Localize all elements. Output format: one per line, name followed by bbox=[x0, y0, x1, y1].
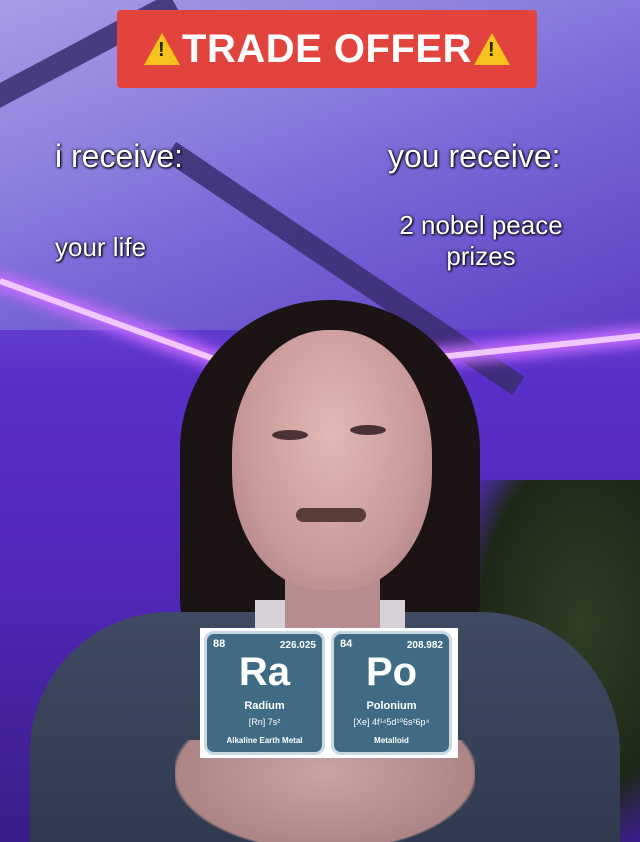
you-receive-label: you receive: bbox=[388, 138, 561, 174]
atomic-number: 84 bbox=[340, 638, 353, 650]
periodic-elements: 88 226.025 Ra Radium [Rn] 7s² Alkaline E… bbox=[200, 628, 458, 758]
element-tile-polonium: 84 208.982 Po Polonium [Xe] 4f¹⁴5d¹⁰6s²6… bbox=[331, 631, 452, 755]
banner-title: TRADE OFFER bbox=[182, 26, 472, 71]
electron-config: [Rn] 7s² bbox=[248, 717, 281, 727]
element-symbol: Po bbox=[365, 650, 418, 694]
trade-offer-banner: ! TRADE OFFER ! bbox=[117, 10, 537, 88]
warning-icon: ! bbox=[144, 33, 181, 65]
i-receive-label: i receive: bbox=[55, 138, 184, 174]
element-name: Polonium bbox=[366, 700, 417, 712]
mustache bbox=[296, 508, 366, 522]
eye bbox=[272, 430, 308, 440]
you-receive-item-line2: prizes bbox=[446, 241, 516, 271]
electron-config: [Xe] 4f¹⁴5d¹⁰6s²6p⁴ bbox=[353, 717, 430, 727]
element-symbol: Ra bbox=[238, 650, 291, 694]
warning-icon: ! bbox=[473, 33, 510, 65]
element-name: Radium bbox=[244, 700, 285, 712]
element-category: Metalloid bbox=[374, 736, 409, 745]
element-category: Alkaline Earth Metal bbox=[226, 736, 303, 745]
atomic-number: 88 bbox=[213, 638, 226, 650]
person-face bbox=[232, 330, 432, 590]
element-tile-radium: 88 226.025 Ra Radium [Rn] 7s² Alkaline E… bbox=[204, 631, 325, 755]
eye bbox=[350, 425, 386, 435]
you-receive-item-line1: 2 nobel peace bbox=[399, 210, 563, 240]
meme-scene: ! TRADE OFFER ! i receive: your life you… bbox=[0, 0, 640, 842]
you-receive-item: 2 nobel peace prizes bbox=[372, 210, 590, 272]
i-receive-item: your life bbox=[55, 232, 147, 262]
